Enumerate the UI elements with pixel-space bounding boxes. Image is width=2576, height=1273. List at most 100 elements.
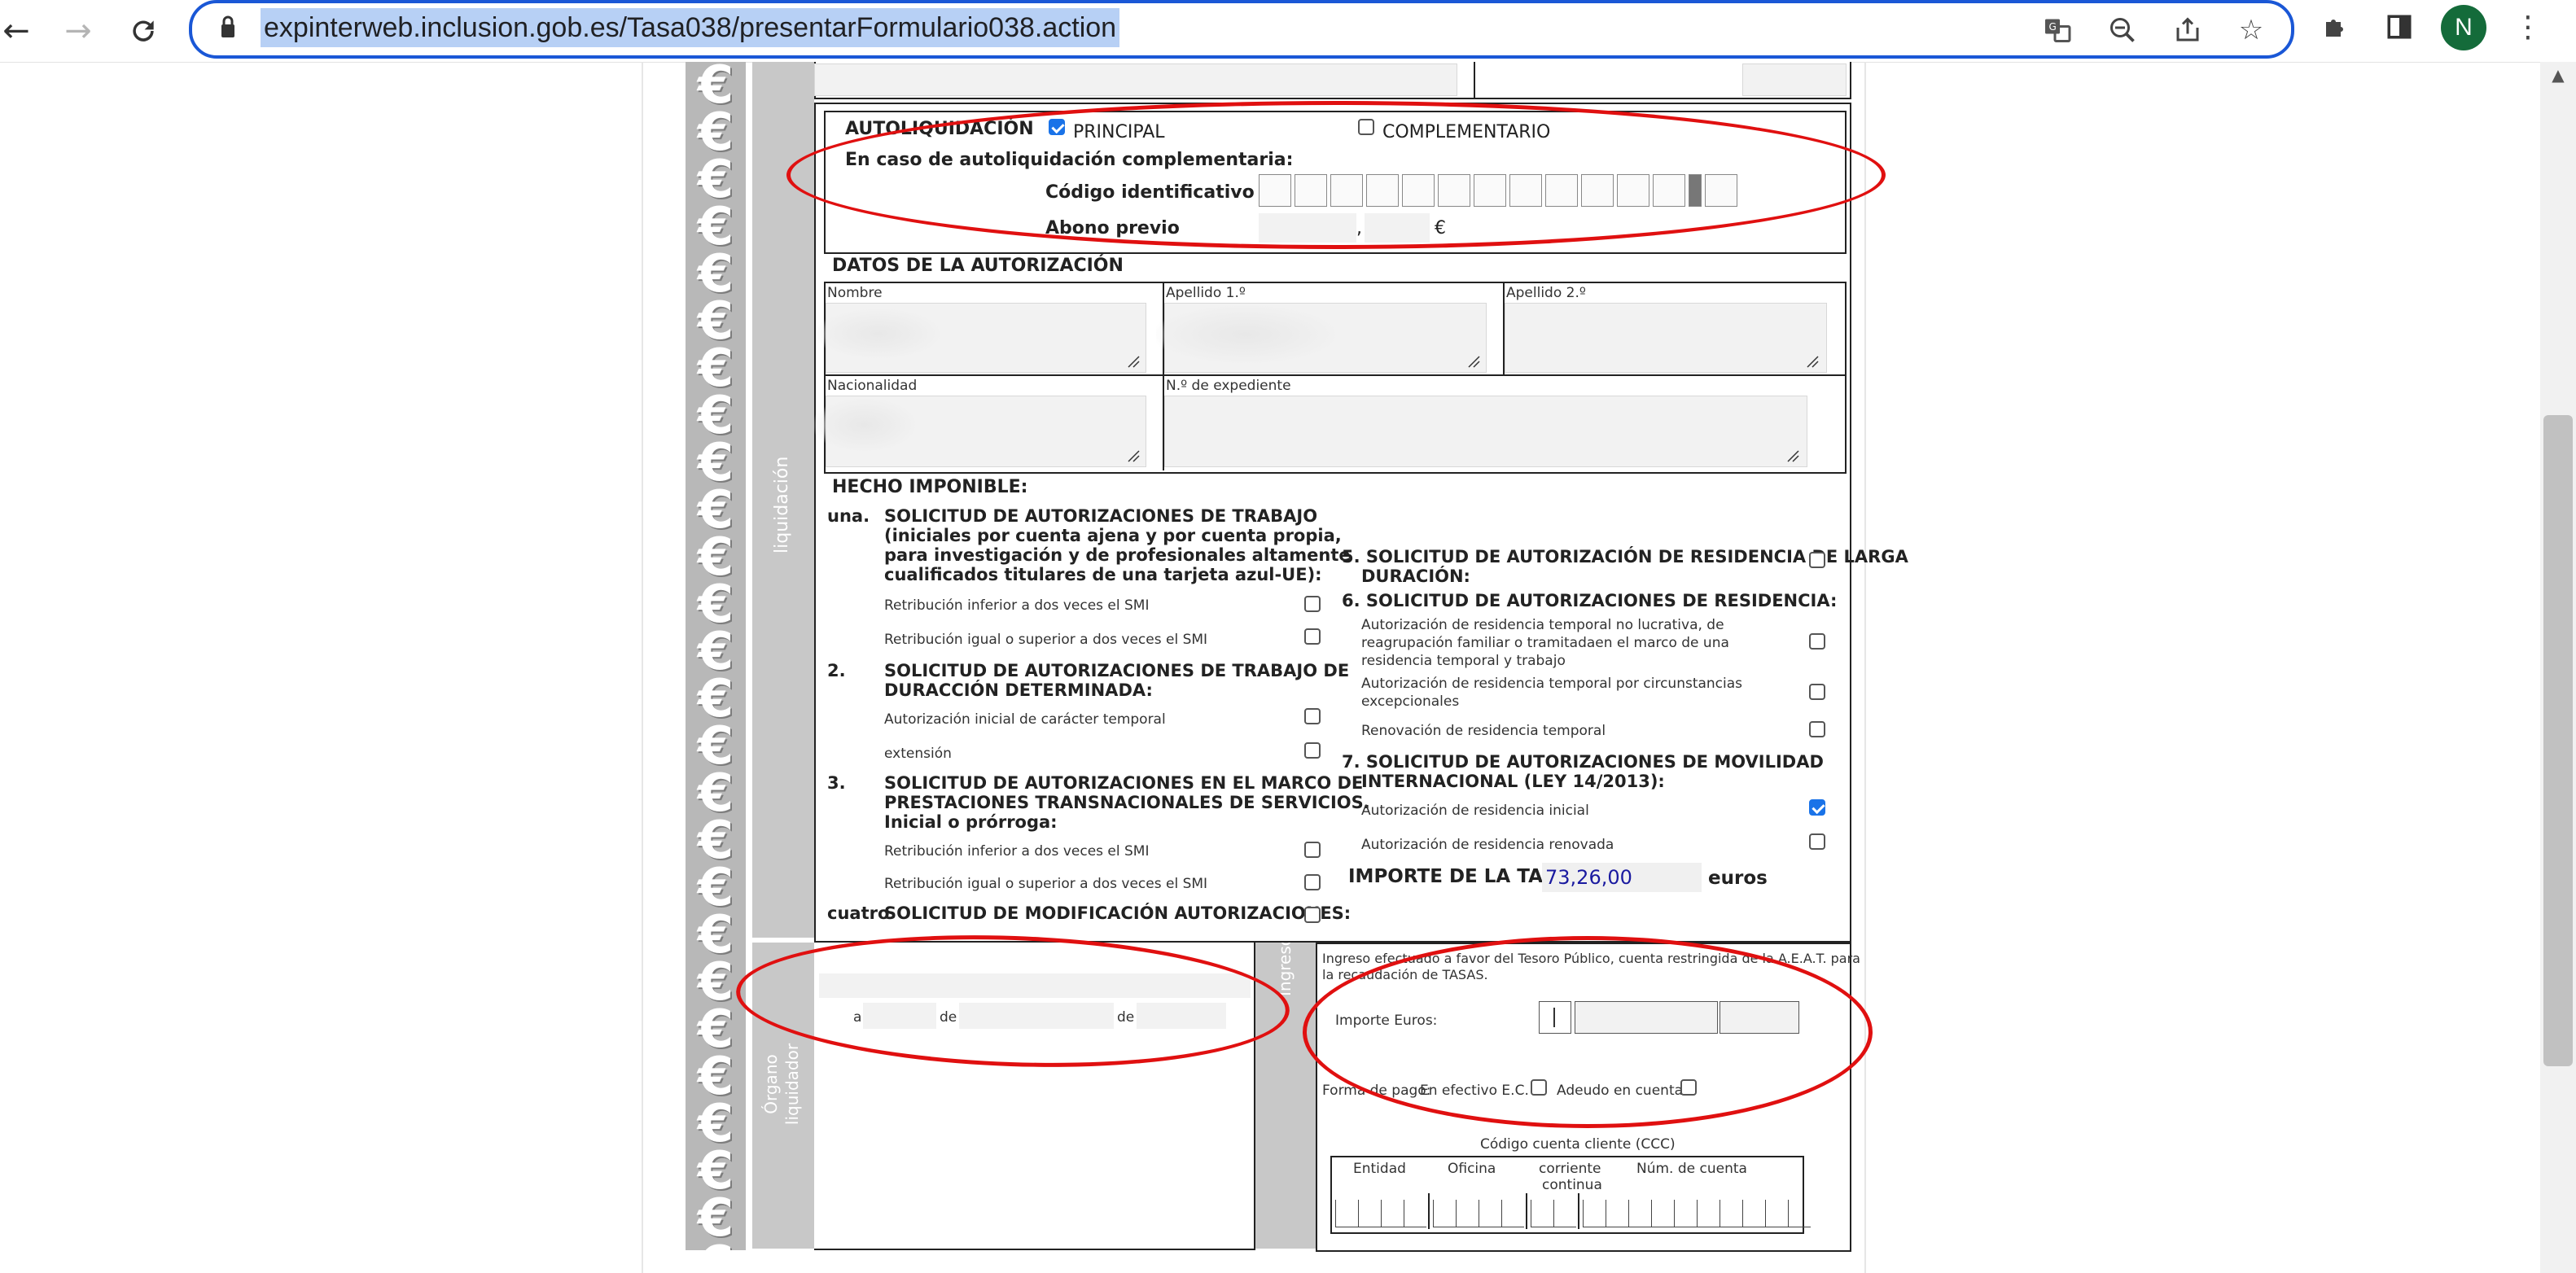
item-3-line2: PRESTACIONES TRANSNACIONALES DE SERVICIO… <box>884 793 1370 812</box>
resize-grip-icon[interactable] <box>1786 449 1799 462</box>
ccc-digit-cell[interactable] <box>1765 1200 1788 1227</box>
resize-grip-icon[interactable] <box>1467 355 1480 368</box>
ccc-digit-cell[interactable] <box>1720 1200 1742 1227</box>
item-6a-line2: reagrupación familiar o tramitadaen el m… <box>1361 635 1729 651</box>
item-6a-line1: Autorización de residencia temporal no l… <box>1361 617 1724 633</box>
ccc-digit-cell[interactable] <box>1697 1200 1720 1227</box>
item-7b-checkbox[interactable] <box>1809 833 1825 850</box>
back-arrow-icon[interactable]: ← <box>0 7 41 55</box>
ccc-digit-cell[interactable] <box>1479 1200 1501 1227</box>
ccc-digit-cell[interactable] <box>1606 1200 1628 1227</box>
svg-text:G: G <box>2049 21 2057 33</box>
reload-icon[interactable] <box>119 7 168 55</box>
item-4-checkbox[interactable] <box>1304 907 1321 923</box>
avatar[interactable]: N <box>2441 5 2486 50</box>
ccc-entidad-label: Entidad <box>1353 1161 1406 1177</box>
item-2a-checkbox[interactable] <box>1304 708 1321 724</box>
ccc-digit-cell[interactable] <box>1651 1200 1674 1227</box>
translate-icon[interactable]: G <box>2037 10 2078 50</box>
zoom-out-icon[interactable] <box>2102 10 2143 50</box>
ccc-digit-cell[interactable] <box>1553 1200 1576 1227</box>
item-2-number: 2. <box>827 661 846 680</box>
item-1-line3: para investigación y de profesionales al… <box>884 545 1351 565</box>
item-1b-label: Retribución igual o superior a dos veces… <box>884 632 1208 648</box>
extensions-puzzle-icon[interactable] <box>2315 7 2356 47</box>
expediente-field[interactable] <box>1164 396 1807 467</box>
item-1-line2: (iniciales por cuenta ajena y por cuenta… <box>884 526 1342 545</box>
item-5-line2: DURACIÓN: <box>1361 567 1470 586</box>
redacted-blur <box>1156 306 1335 363</box>
lock-icon <box>221 15 234 37</box>
item-3-number: 3. <box>827 773 846 793</box>
hecho-title: HECHO IMPONIBLE: <box>832 477 1028 497</box>
share-icon[interactable] <box>2167 10 2208 50</box>
importe-tasa-unit: euros <box>1708 868 1768 889</box>
ccc-digit-cell[interactable] <box>1742 1200 1765 1227</box>
item-3a-checkbox[interactable] <box>1304 842 1321 858</box>
ccc-dc-line2: continua <box>1542 1177 1602 1193</box>
ccc-digit-cell[interactable] <box>1788 1200 1811 1227</box>
item-3-line1: SOLICITUD DE AUTORIZACIONES EN EL MARCO … <box>884 773 1364 793</box>
item-1a-checkbox[interactable] <box>1304 596 1321 612</box>
ingreso-label: Ingreso <box>1275 935 1295 996</box>
scroll-up-arrow-icon[interactable]: ▲ <box>2543 65 2573 90</box>
ccc-digit-cell[interactable] <box>1335 1200 1358 1227</box>
red-annotation-autoliquidacion <box>786 101 1886 249</box>
ccc-cuenta-label: Núm. de cuenta <box>1636 1161 1747 1177</box>
ccc-digit-cell[interactable] <box>1674 1200 1697 1227</box>
ccc-digit-cell[interactable] <box>1501 1200 1524 1227</box>
ccc-digit-cell[interactable] <box>1628 1200 1651 1227</box>
item-3a-label: Retribución inferior a dos veces el SMI <box>884 843 1150 860</box>
ccc-digit-cell[interactable] <box>1381 1200 1404 1227</box>
importe-tasa-value[interactable]: 73,26,00 <box>1545 866 1632 889</box>
organo-label: Órgano liquidador <box>761 1043 802 1126</box>
item-6c-checkbox[interactable] <box>1809 721 1825 737</box>
side-panel-icon[interactable] <box>2379 7 2420 47</box>
forward-arrow-icon[interactable]: → <box>54 7 103 55</box>
item-2b-checkbox[interactable] <box>1304 742 1321 759</box>
nombre-label: Nombre <box>827 285 883 301</box>
item-3-line3: Inicial o prórroga: <box>884 812 1058 832</box>
ccc-digit-cell[interactable] <box>1583 1200 1606 1227</box>
apellido2-field[interactable] <box>1505 303 1827 373</box>
item-6b-line1: Autorización de residencia temporal por … <box>1361 676 1743 692</box>
importe-tasa-label: IMPORTE DE LA TASA <box>1348 866 1571 887</box>
item-1b-checkbox[interactable] <box>1304 628 1321 645</box>
euro-symbol-icon: € <box>686 1240 746 1250</box>
ccc-digit-cell[interactable] <box>1358 1200 1381 1227</box>
item-7b-label: Autorización de residencia renovada <box>1361 837 1614 853</box>
resize-grip-icon[interactable] <box>1127 355 1140 368</box>
resize-grip-icon[interactable] <box>1127 449 1140 462</box>
euro-decorative-strip: €€€€€€€€€€€€€€€€€€€€€€€€€€ <box>686 62 746 1250</box>
item-7-line2: INTERNACIONAL (LEY 14/2013): <box>1361 772 1665 791</box>
ccc-digit-cell[interactable] <box>1456 1200 1479 1227</box>
ccc-digit-cell[interactable] <box>1531 1200 1553 1227</box>
item-2-line2: DURACCIÓN DETERMINADA: <box>884 680 1153 700</box>
resize-grip-icon[interactable] <box>1806 355 1819 368</box>
item-5-checkbox[interactable] <box>1809 552 1825 568</box>
item-3b-checkbox[interactable] <box>1304 874 1321 890</box>
item-6b-checkbox[interactable] <box>1809 684 1825 700</box>
item-2b-label: extensión <box>884 746 952 762</box>
url-text[interactable]: expinterweb.inclusion.gob.es/Tasa038/pre… <box>261 8 1120 47</box>
ccc-group-divider <box>1578 1193 1579 1229</box>
address-bar[interactable]: expinterweb.inclusion.gob.es/Tasa038/pre… <box>189 0 2294 59</box>
apellido1-label: Apellido 1.º <box>1166 285 1246 301</box>
item-6a-checkbox[interactable] <box>1809 633 1825 650</box>
ccc-digit-cell[interactable] <box>1433 1200 1456 1227</box>
item-6c-label: Renovación de residencia temporal <box>1361 723 1606 739</box>
more-vert-icon[interactable]: ⋮ <box>2508 7 2548 47</box>
item-7-line1: 7. SOLICITUD DE AUTORIZACIONES DE MOVILI… <box>1342 752 1824 772</box>
redacted-blur <box>814 399 915 451</box>
apellido2-label: Apellido 2.º <box>1506 285 1586 301</box>
item-3b-label: Retribución igual o superior a dos veces… <box>884 876 1208 892</box>
scrollbar-thumb[interactable] <box>2543 415 2573 1066</box>
star-icon[interactable]: ☆ <box>2231 10 2272 50</box>
previous-field-2[interactable] <box>1742 63 1847 96</box>
previous-field-1[interactable] <box>814 63 1457 96</box>
item-7a-checkbox[interactable] <box>1809 799 1825 816</box>
page-right-border <box>1864 62 1866 1273</box>
ccc-digit-cell[interactable] <box>1404 1200 1426 1227</box>
divider <box>1474 62 1475 98</box>
expediente-label: N.º de expediente <box>1166 378 1291 394</box>
